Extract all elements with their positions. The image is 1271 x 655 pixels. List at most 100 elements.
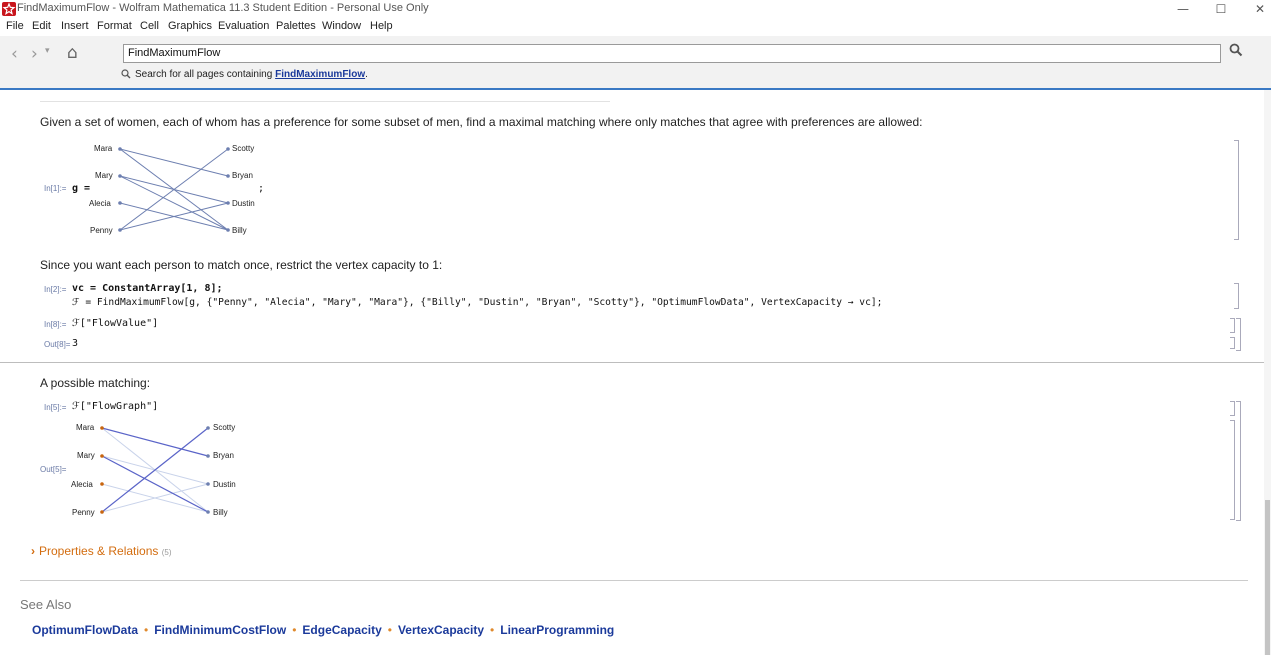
graph-vertex	[226, 147, 230, 151]
menu-window[interactable]: Window	[322, 20, 361, 32]
properties-label: Properties & Relations	[39, 544, 159, 558]
menu-format[interactable]: Format	[97, 20, 132, 32]
menu-graphics[interactable]: Graphics	[168, 20, 212, 32]
section-divider	[40, 101, 610, 102]
graph-vertex	[226, 174, 230, 178]
mathematica-logo-icon	[2, 2, 16, 16]
close-button[interactable]: ✕	[1240, 0, 1271, 19]
search-all-prefix: Search for all pages containing	[135, 69, 276, 80]
cell-bracket[interactable]	[1230, 318, 1235, 333]
chevron-right-icon: ›	[31, 544, 35, 558]
scrollbar-thumb[interactable]	[1265, 500, 1270, 655]
preference-graph[interactable]	[80, 140, 270, 240]
g1-left-label: Mary	[95, 171, 113, 180]
search-all-pages[interactable]: Search for all pages containing FindMaxi…	[121, 69, 368, 82]
out8-value: 3	[72, 338, 79, 349]
graph-vertex	[118, 228, 122, 232]
window-title: FindMaximumFlow - Wolfram Mathematica 11…	[17, 2, 429, 14]
graph-vertex	[206, 510, 210, 514]
graph-vertex	[100, 510, 104, 514]
menu-insert[interactable]: Insert	[61, 20, 89, 32]
g1-left-label: Alecia	[89, 199, 111, 208]
search-icon[interactable]	[1229, 43, 1243, 61]
in8-label: In[8]:=	[44, 320, 67, 329]
matching-text: A possible matching:	[40, 376, 151, 390]
flow-graph[interactable]	[60, 420, 250, 520]
search-all-term-link[interactable]: FindMaximumFlow	[275, 69, 365, 80]
history-dropdown-icon[interactable]: ▾	[45, 46, 50, 56]
see-also-heading: See Also	[20, 597, 72, 612]
restrict-text: Since you want each person to match once…	[40, 258, 443, 272]
home-icon[interactable]: ⌂	[67, 43, 78, 63]
graph-vertex	[100, 482, 104, 486]
g2-right-label: Dustin	[213, 480, 236, 489]
graph-vertex	[118, 201, 122, 205]
in2-label: In[2]:=	[44, 285, 67, 294]
graph-vertex	[118, 147, 122, 151]
menu-file[interactable]: File	[6, 20, 24, 32]
example-intro-text: Given a set of women, each of whom has a…	[40, 115, 923, 129]
graph-edge	[119, 148, 229, 177]
in1-label: In[1]:=	[44, 184, 67, 193]
g2-right-label: Bryan	[213, 451, 234, 460]
out8-label: Out[8]=	[44, 340, 71, 349]
g2-left-label: Mara	[76, 423, 95, 432]
back-arrow-icon[interactable]: ‹	[11, 44, 18, 64]
graph-vertex	[100, 454, 104, 458]
cell-bracket[interactable]	[1230, 420, 1235, 520]
menu-evaluation[interactable]: Evaluation	[218, 20, 269, 32]
see-also-link[interactable]: LinearProgramming	[500, 623, 614, 637]
maximize-button[interactable]: ☐	[1201, 0, 1241, 19]
see-also-separator: •	[490, 623, 495, 637]
cell-group-bracket[interactable]	[1236, 401, 1241, 521]
g1-right-label: Bryan	[232, 171, 253, 180]
graph-vertex	[226, 201, 230, 205]
graph-vertex	[100, 426, 104, 430]
forward-arrow-icon[interactable]: ›	[31, 44, 38, 64]
in5-label: In[5]:=	[44, 403, 67, 412]
graph-vertex	[206, 426, 210, 430]
g1-left-label: Penny	[90, 226, 113, 235]
in2-code-line1[interactable]: vc = ConstantArray[1, 8];	[72, 283, 223, 294]
g1-right-label: Scotty	[232, 144, 255, 153]
title-bar: FindMaximumFlow - Wolfram Mathematica 11…	[0, 0, 1271, 19]
see-also-separator: •	[144, 623, 149, 637]
graph-vertex	[206, 454, 210, 458]
g1-right-label: Billy	[232, 226, 247, 235]
example-divider	[0, 362, 1264, 363]
graph-vertex	[206, 482, 210, 486]
g2-left-label: Penny	[72, 508, 95, 517]
see-also-link[interactable]: VertexCapacity	[398, 623, 484, 637]
minimize-button[interactable]: —	[1163, 0, 1203, 19]
in8-code[interactable]: ℱ["FlowValue"]	[72, 318, 158, 329]
in5-code[interactable]: ℱ["FlowGraph"]	[72, 401, 158, 412]
graph-edge	[119, 175, 229, 231]
menu-cell[interactable]: Cell	[140, 20, 159, 32]
graph-vertex	[226, 228, 230, 232]
g2-right-label: Billy	[213, 508, 228, 517]
cell-bracket[interactable]	[1234, 283, 1239, 309]
see-also-link[interactable]: EdgeCapacity	[302, 623, 381, 637]
see-also-link[interactable]: OptimumFlowData	[32, 623, 138, 637]
g2-right-label: Scotty	[213, 423, 236, 432]
see-also-list: OptimumFlowData • FindMinimumCostFlow • Edge…	[32, 621, 614, 639]
properties-relations-link[interactable]: › Properties & Relations (5)	[31, 544, 172, 558]
see-also-separator: •	[292, 623, 297, 637]
graph-vertex	[118, 174, 122, 178]
graph-edge	[101, 427, 209, 457]
see-also-link[interactable]: FindMinimumCostFlow	[154, 623, 286, 637]
menu-edit[interactable]: Edit	[32, 20, 51, 32]
g1-left-label: Mara	[94, 144, 113, 153]
in2-code-line2[interactable]: ℱ = FindMaximumFlow[g, {"Penny", "Alecia…	[72, 297, 882, 308]
cell-bracket[interactable]	[1230, 401, 1235, 416]
cell-group-bracket[interactable]	[1236, 318, 1241, 351]
cell-bracket[interactable]	[1230, 337, 1235, 349]
search-input[interactable]: FindMaximumFlow	[123, 44, 1221, 63]
menu-help[interactable]: Help	[370, 20, 393, 32]
see-also-divider	[20, 580, 1248, 581]
menu-palettes[interactable]: Palettes	[276, 20, 316, 32]
menu-bar: File Edit Insert Format Cell Graphics Ev…	[0, 19, 1271, 36]
cell-bracket[interactable]	[1234, 140, 1239, 240]
properties-count: (5)	[161, 548, 172, 557]
g1-right-label: Dustin	[232, 199, 255, 208]
